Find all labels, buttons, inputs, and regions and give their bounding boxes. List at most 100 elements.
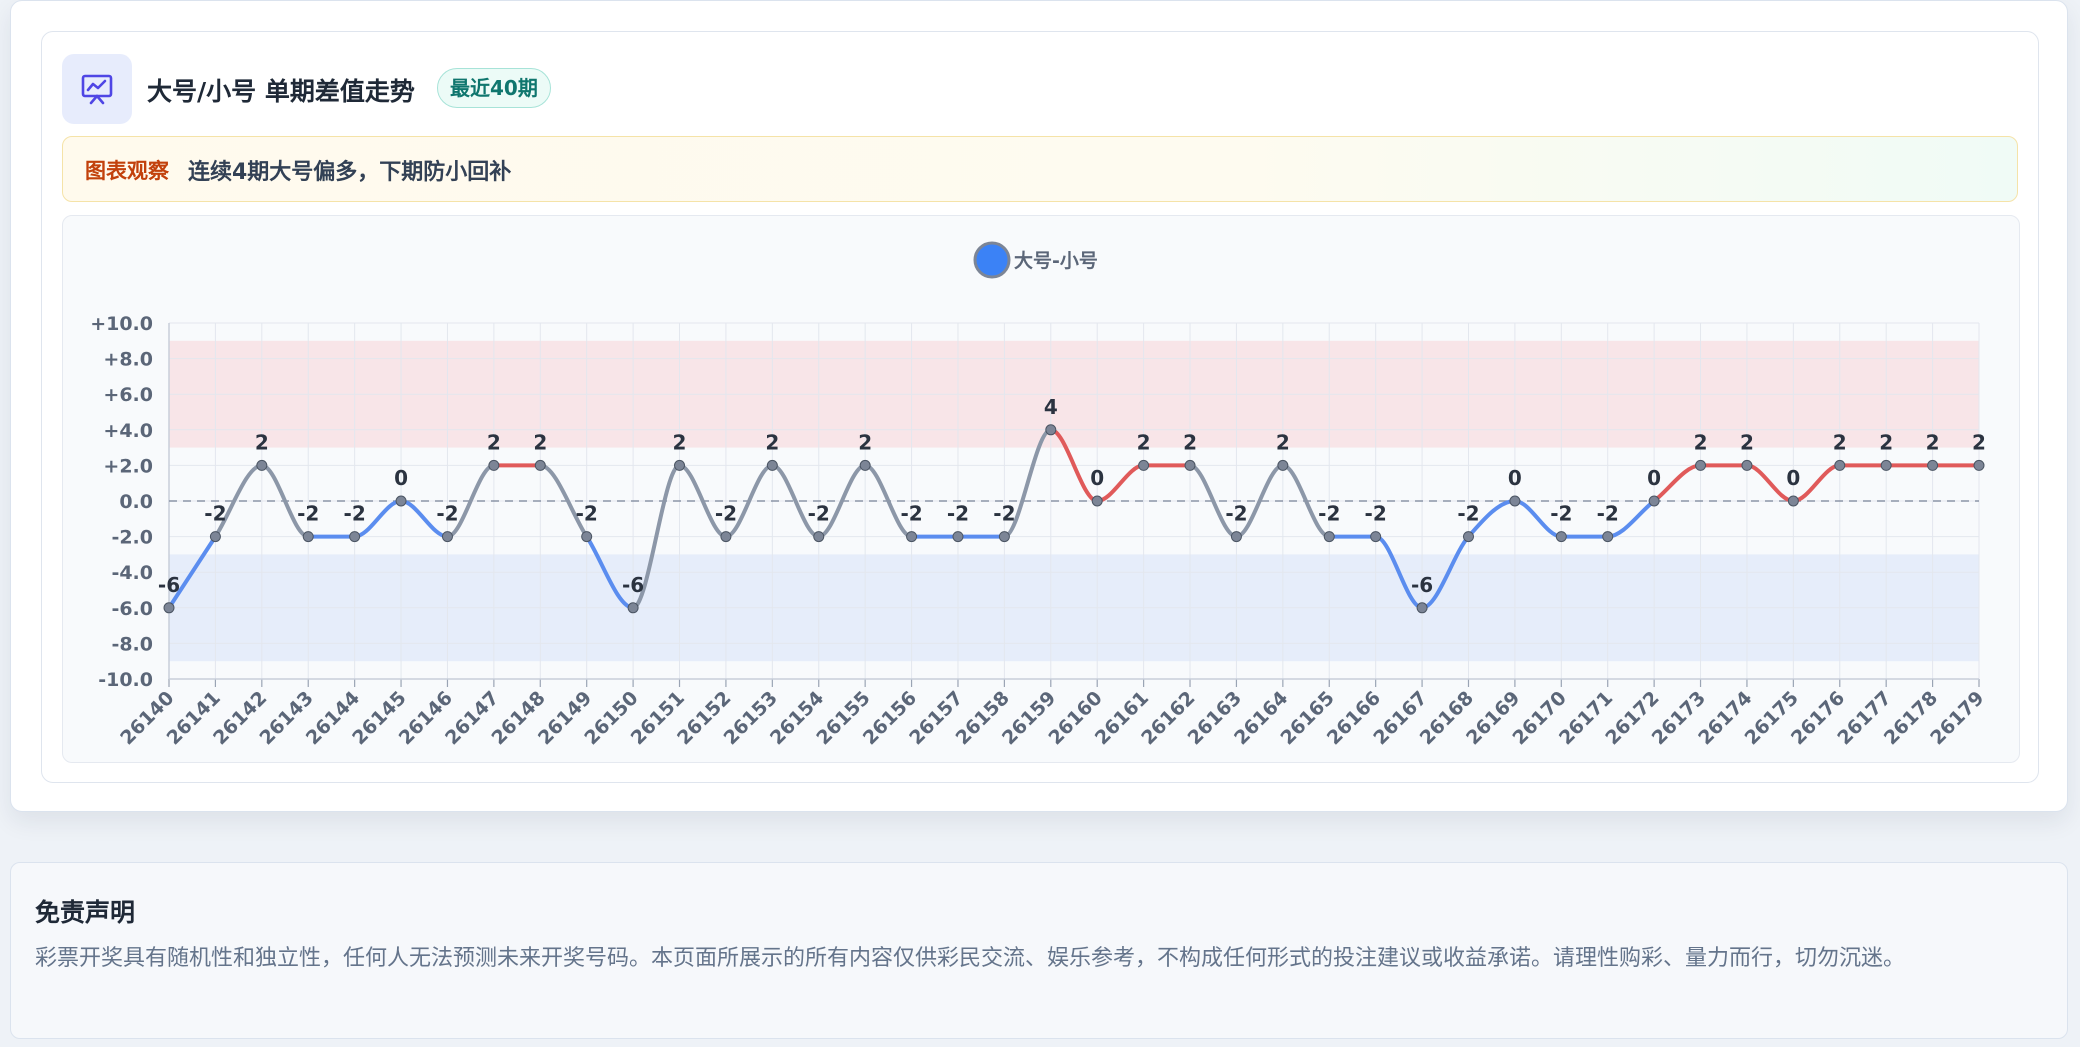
data-label: -6	[158, 573, 180, 597]
y-tick-label: +10.0	[90, 313, 153, 335]
data-point	[209, 531, 221, 543]
y-tick-label: -6.0	[111, 598, 153, 620]
chart-canvas: +10.0 +8.0 +6.0 +4.0 +2.0 0.0 -2.0 -4.0 -6.0 -8.0…	[90, 241, 1989, 749]
data-point	[1555, 531, 1567, 543]
y-tick-label: +8.0	[103, 349, 153, 371]
data-point	[1462, 531, 1474, 543]
data-point	[1277, 459, 1289, 471]
y-tick-label: -4.0	[111, 562, 153, 584]
data-label: 2	[1972, 430, 1986, 454]
data-label: 2	[858, 430, 872, 454]
data-label: -2	[808, 502, 830, 526]
data-point	[1973, 459, 1985, 471]
disclaimer-section: 免责声明 彩票开奖具有随机性和独立性，任何人无法预测未来开奖号码。本页面所展示的…	[10, 862, 2068, 1039]
page-title: 大号/小号 单期差值走势	[147, 77, 415, 106]
data-point	[1416, 602, 1428, 614]
data-label: 2	[1276, 430, 1290, 454]
data-label: 2	[765, 430, 779, 454]
disclaimer-title: 免责声明	[35, 898, 136, 927]
data-label: -2	[297, 502, 319, 526]
data-point	[906, 531, 918, 543]
data-label: 0	[394, 466, 408, 490]
data-label: 2	[673, 430, 687, 454]
data-point	[395, 495, 407, 507]
data-label: -2	[1457, 502, 1479, 526]
trend-card: 大号/小号 单期差值走势 最近40期 图表观察 连续4期大号偏多，下期防小回补 …	[10, 0, 2068, 812]
data-point	[1184, 459, 1196, 471]
data-label: 4	[1044, 395, 1058, 419]
legend-label: 大号-小号	[1014, 249, 1098, 272]
data-label: -2	[436, 502, 458, 526]
chart-icon	[62, 54, 132, 124]
data-label: -2	[1597, 502, 1619, 526]
insight-banner: 图表观察 连续4期大号偏多，下期防小回补	[62, 136, 2018, 202]
data-label: 2	[1137, 430, 1151, 454]
insight-label: 图表观察	[85, 159, 169, 183]
data-label: 2	[1833, 430, 1847, 454]
data-point	[441, 531, 453, 543]
y-tick-label: +2.0	[103, 455, 153, 477]
data-point	[1045, 424, 1057, 436]
data-point	[766, 459, 778, 471]
data-label: -2	[715, 502, 737, 526]
legend-marker	[973, 241, 1011, 279]
data-point	[1787, 495, 1799, 507]
data-label: -2	[204, 502, 226, 526]
data-label: 0	[1508, 466, 1522, 490]
y-tick-label: 0.0	[119, 491, 153, 513]
data-label: 2	[487, 430, 501, 454]
data-point	[349, 531, 361, 543]
data-point	[488, 459, 500, 471]
data-label: -2	[947, 502, 969, 526]
data-label: 2	[1879, 430, 1893, 454]
data-point	[998, 531, 1010, 543]
data-point	[1648, 495, 1660, 507]
data-label: 2	[1740, 430, 1754, 454]
data-label: 2	[533, 430, 547, 454]
data-label: -2	[993, 502, 1015, 526]
data-point	[256, 459, 268, 471]
data-point	[627, 602, 639, 614]
line-chart: +10.0 +8.0 +6.0 +4.0 +2.0 0.0 -2.0 -4.0 -6.0 -8.0…	[62, 215, 2020, 763]
data-label: -2	[1225, 502, 1247, 526]
data-point	[813, 531, 825, 543]
data-point	[1880, 459, 1892, 471]
data-label: 0	[1090, 466, 1104, 490]
chart-panel: 大号/小号 单期差值走势 最近40期 图表观察 连续4期大号偏多，下期防小回补 …	[41, 31, 2039, 783]
data-label: 0	[1786, 466, 1800, 490]
data-label: 2	[1694, 430, 1708, 454]
data-label: -2	[344, 502, 366, 526]
data-point	[302, 531, 314, 543]
data-label: -6	[622, 573, 644, 597]
y-tick-label: +6.0	[103, 384, 153, 406]
data-point	[1138, 459, 1150, 471]
y-tick-label: -8.0	[111, 633, 153, 655]
data-point	[1370, 531, 1382, 543]
data-label: -2	[1365, 502, 1387, 526]
data-label: -2	[1550, 502, 1572, 526]
data-point	[1230, 531, 1242, 543]
data-point	[1695, 459, 1707, 471]
data-point	[163, 602, 175, 614]
data-point	[1834, 459, 1846, 471]
data-label: 0	[1647, 466, 1661, 490]
data-point	[1091, 495, 1103, 507]
data-label: 2	[255, 430, 269, 454]
data-point	[720, 531, 732, 543]
data-point	[1323, 531, 1335, 543]
data-point	[952, 531, 964, 543]
y-tick-label: +4.0	[103, 420, 153, 442]
data-point	[1927, 459, 1939, 471]
data-label: 2	[1926, 430, 1940, 454]
y-tick-label: -2.0	[111, 527, 153, 549]
data-label: -6	[1411, 573, 1433, 597]
data-label: 2	[1183, 430, 1197, 454]
data-point	[674, 459, 686, 471]
data-point	[534, 459, 546, 471]
data-point	[1602, 531, 1614, 543]
insight-text: 连续4期大号偏多，下期防小回补	[188, 160, 512, 185]
disclaimer-text: 彩票开奖具有随机性和独立性，任何人无法预测未来开奖号码。本页面所展示的所有内容仅…	[35, 946, 1906, 971]
period-badge: 最近40期	[437, 68, 551, 108]
data-point	[1741, 459, 1753, 471]
data-label: -2	[900, 502, 922, 526]
